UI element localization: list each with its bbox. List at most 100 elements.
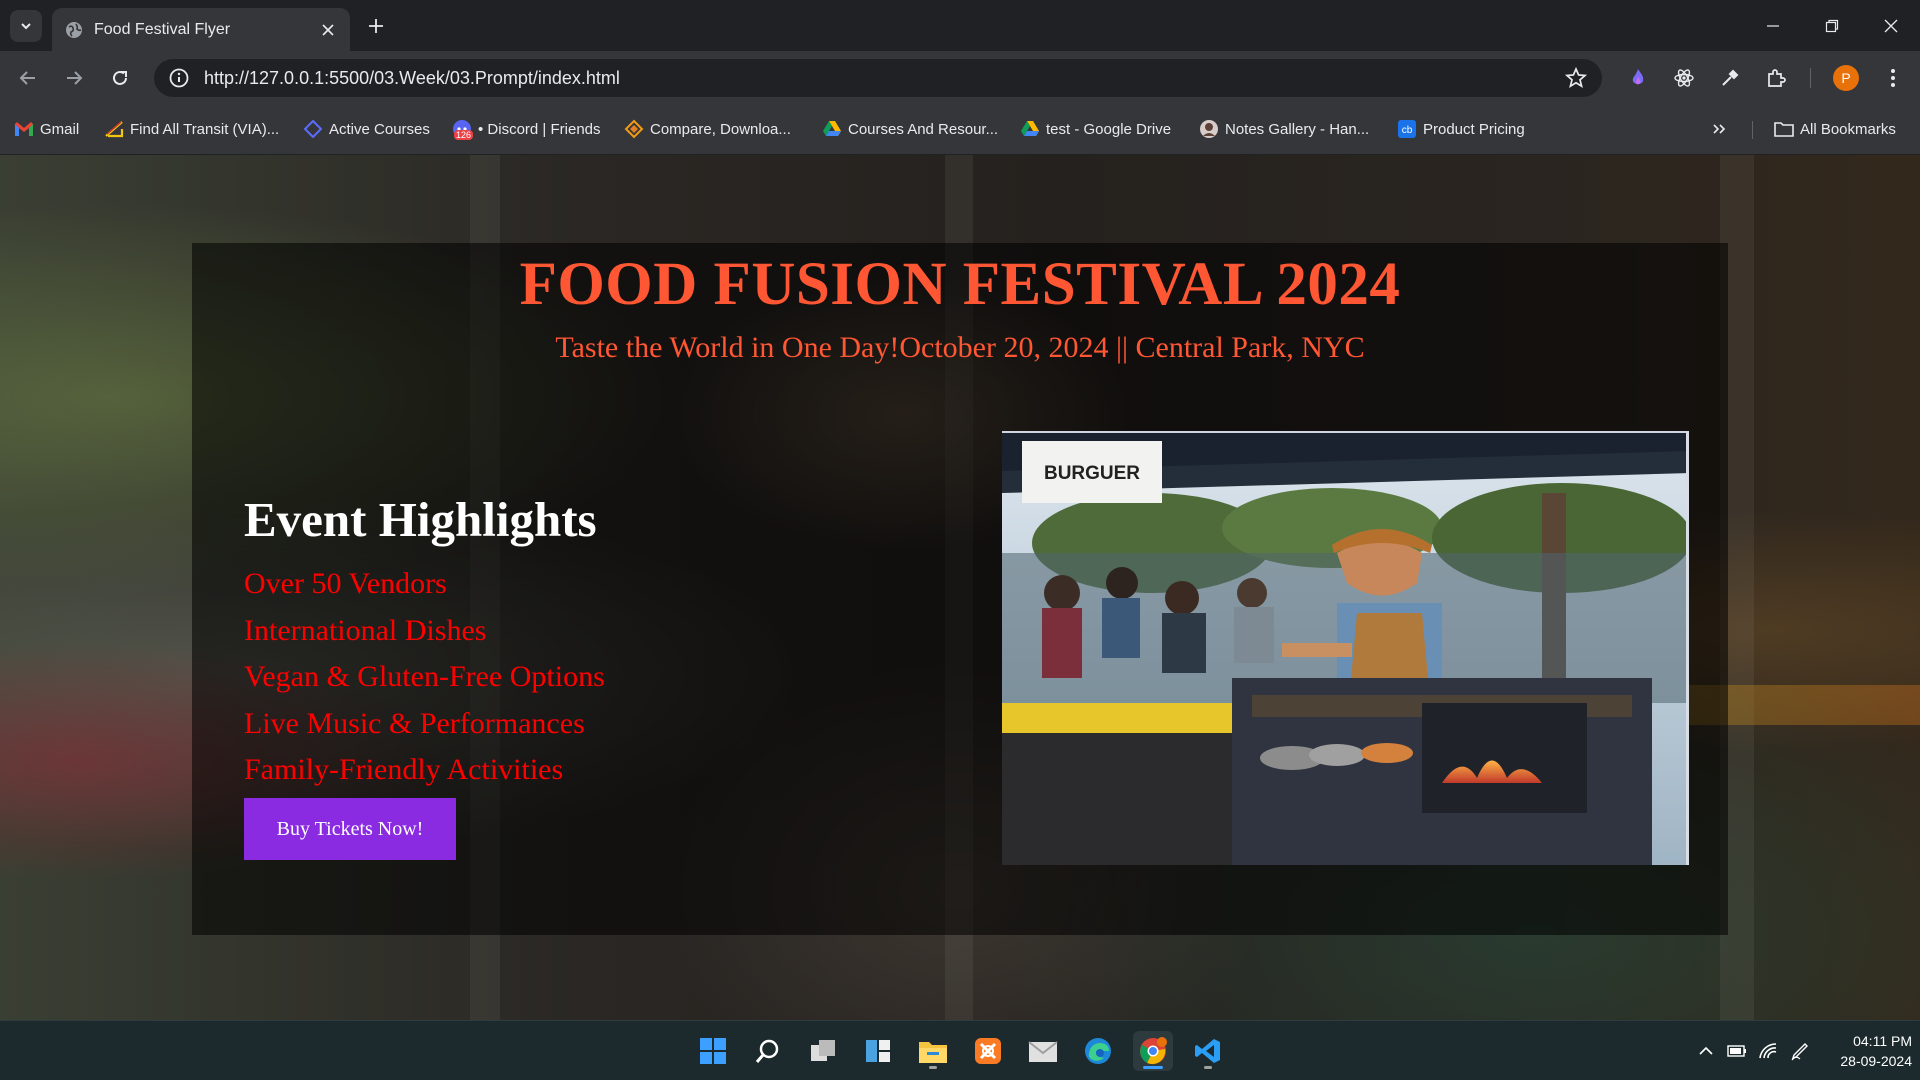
url-text[interactable]: http://127.0.0.1:5500/03.Week/03.Prompt/… (204, 68, 1564, 89)
vscode-icon (1195, 1039, 1220, 1063)
forward-button[interactable] (60, 64, 88, 92)
start-icon (700, 1038, 726, 1064)
browser-tab[interactable]: Food Festival Flyer (52, 8, 350, 51)
vscode-button[interactable] (1188, 1031, 1228, 1071)
bookmark-courses-resources[interactable]: Courses And Resour... (822, 117, 998, 141)
flame-extension-icon[interactable] (1625, 65, 1651, 91)
start-button[interactable] (693, 1031, 733, 1071)
bookmark-label: Find All Transit (VIA)... (130, 120, 280, 138)
minimize-button[interactable] (1759, 12, 1787, 40)
google-drive-icon (822, 119, 842, 139)
task-view-icon (811, 1040, 835, 1061)
kebab-menu-icon[interactable] (1880, 65, 1906, 91)
file-explorer-button[interactable] (913, 1031, 953, 1071)
bookmark-notes-gallery[interactable]: Notes Gallery - Han... (1199, 117, 1369, 141)
compare-icon (624, 119, 644, 139)
highlight-item: Family-Friendly Activities (244, 753, 564, 786)
system-clock[interactable]: 04:11 PM 28-09-2024 (1820, 1031, 1912, 1071)
new-tab-button[interactable] (364, 14, 388, 38)
photo-sign-text: BURGUER (1044, 463, 1140, 484)
react-devtools-icon[interactable] (1671, 65, 1697, 91)
discord-icon: 126 (452, 119, 474, 140)
transit-icon (104, 119, 124, 139)
mail-icon (1028, 1041, 1058, 1062)
battery-icon[interactable] (1727, 1041, 1747, 1061)
all-bookmarks-button[interactable]: All Bookmarks (1774, 117, 1896, 141)
highlights-list: Over 50 Vendors International Dishes Veg… (244, 561, 605, 794)
mail-button[interactable] (1023, 1031, 1063, 1071)
tab-search-button[interactable] (10, 10, 42, 42)
bookmark-label: Gmail (40, 120, 80, 138)
reload-button[interactable] (106, 64, 134, 92)
profile-avatar[interactable]: P (1833, 65, 1859, 91)
search-icon (755, 1039, 779, 1063)
event-subtitle: Taste the World in One Day!October 20, 2… (555, 331, 1365, 364)
search-button[interactable] (748, 1031, 788, 1071)
bookmark-active-courses[interactable]: Active Courses (303, 117, 430, 141)
buy-tickets-button[interactable]: Buy Tickets Now! (244, 798, 456, 860)
windows-taskbar: 04:11 PM 28-09-2024 (0, 1020, 1920, 1080)
more-bookmarks-button[interactable] (1712, 117, 1726, 141)
bookmark-label: Courses And Resour... (848, 120, 999, 138)
bookmark-label: Compare, Downloa... (650, 120, 791, 138)
address-bar[interactable]: http://127.0.0.1:5500/03.Week/03.Prompt/… (154, 59, 1602, 97)
bookmark-star-icon[interactable] (1564, 66, 1588, 90)
reload-icon (113, 70, 127, 85)
close-icon (1884, 19, 1898, 33)
edge-icon (1085, 1038, 1111, 1064)
bookmarks-bar: Gmail Find All Transit (VIA)... Active C… (0, 103, 1920, 155)
site-info-icon[interactable] (168, 67, 190, 89)
wifi-icon[interactable] (1758, 1041, 1778, 1061)
google-drive-icon (1020, 119, 1040, 139)
file-explorer-icon (919, 1042, 947, 1063)
arrow-right-icon (67, 71, 83, 85)
chrome-icon (1140, 1037, 1167, 1065)
all-bookmarks-label: All Bookmarks (1800, 120, 1896, 138)
page-viewport: FOOD FUSION FESTIVAL 2024 Taste the Worl… (0, 155, 1920, 1020)
close-window-button[interactable] (1877, 12, 1905, 40)
bookmark-compare[interactable]: Compare, Downloa... (624, 117, 791, 141)
widgets-icon (866, 1040, 890, 1062)
clock-date: 28-09-2024 (1840, 1053, 1912, 1069)
pen-icon[interactable] (1790, 1041, 1810, 1061)
edge-button[interactable] (1078, 1031, 1118, 1071)
close-tab-icon[interactable] (318, 20, 338, 40)
page-title: FOOD FUSION FESTIVAL 2024 (519, 251, 1401, 318)
chrome-button[interactable] (1133, 1031, 1173, 1071)
restore-button[interactable] (1818, 12, 1846, 40)
back-button[interactable] (14, 64, 42, 92)
xampp-button[interactable] (968, 1031, 1008, 1071)
highlights-heading: Event Highlights (244, 492, 597, 547)
bookmarks-divider (1752, 121, 1753, 139)
highlight-item: International Dishes (244, 613, 487, 647)
bookmark-label: Active Courses (329, 120, 430, 138)
globe-icon (66, 21, 82, 38)
bookmark-label: Notes Gallery - Han... (1225, 120, 1370, 138)
svg-text:cb: cb (1402, 125, 1413, 136)
bookmark-label: Product Pricing (1423, 120, 1525, 138)
highlight-item: Over 50 Vendors (244, 567, 447, 600)
xampp-icon (975, 1038, 1001, 1064)
flyer-container: FOOD FUSION FESTIVAL 2024 Taste the Worl… (192, 243, 1728, 935)
folder-icon (1774, 119, 1794, 139)
widgets-button[interactable] (858, 1031, 898, 1071)
extensions-puzzle-icon[interactable] (1763, 65, 1789, 91)
bookmark-product-pricing[interactable]: cb Product Pricing (1397, 117, 1525, 141)
cb-icon: cb (1397, 119, 1417, 139)
tab-title: Food Festival Flyer (94, 20, 231, 38)
bookmark-gmail[interactable]: Gmail (14, 117, 79, 141)
task-view-button[interactable] (803, 1031, 843, 1071)
festival-photo: BURGUER (1002, 431, 1689, 865)
plus-icon (369, 19, 383, 33)
color-picker-icon[interactable] (1717, 65, 1743, 91)
running-indicator (1204, 1066, 1212, 1069)
double-chevron-right-icon (1713, 124, 1726, 134)
tray-overflow-icon[interactable] (1696, 1041, 1716, 1061)
bookmark-test-drive[interactable]: test - Google Drive (1020, 117, 1171, 141)
highlight-item: Vegan & Gluten-Free Options (244, 660, 605, 693)
arrow-left-icon (19, 71, 35, 85)
bookmark-transit[interactable]: Find All Transit (VIA)... (104, 117, 279, 141)
minimize-icon (1767, 25, 1779, 27)
bookmark-discord[interactable]: 126 • Discord | Friends (452, 117, 601, 141)
notes-icon (1199, 119, 1219, 139)
